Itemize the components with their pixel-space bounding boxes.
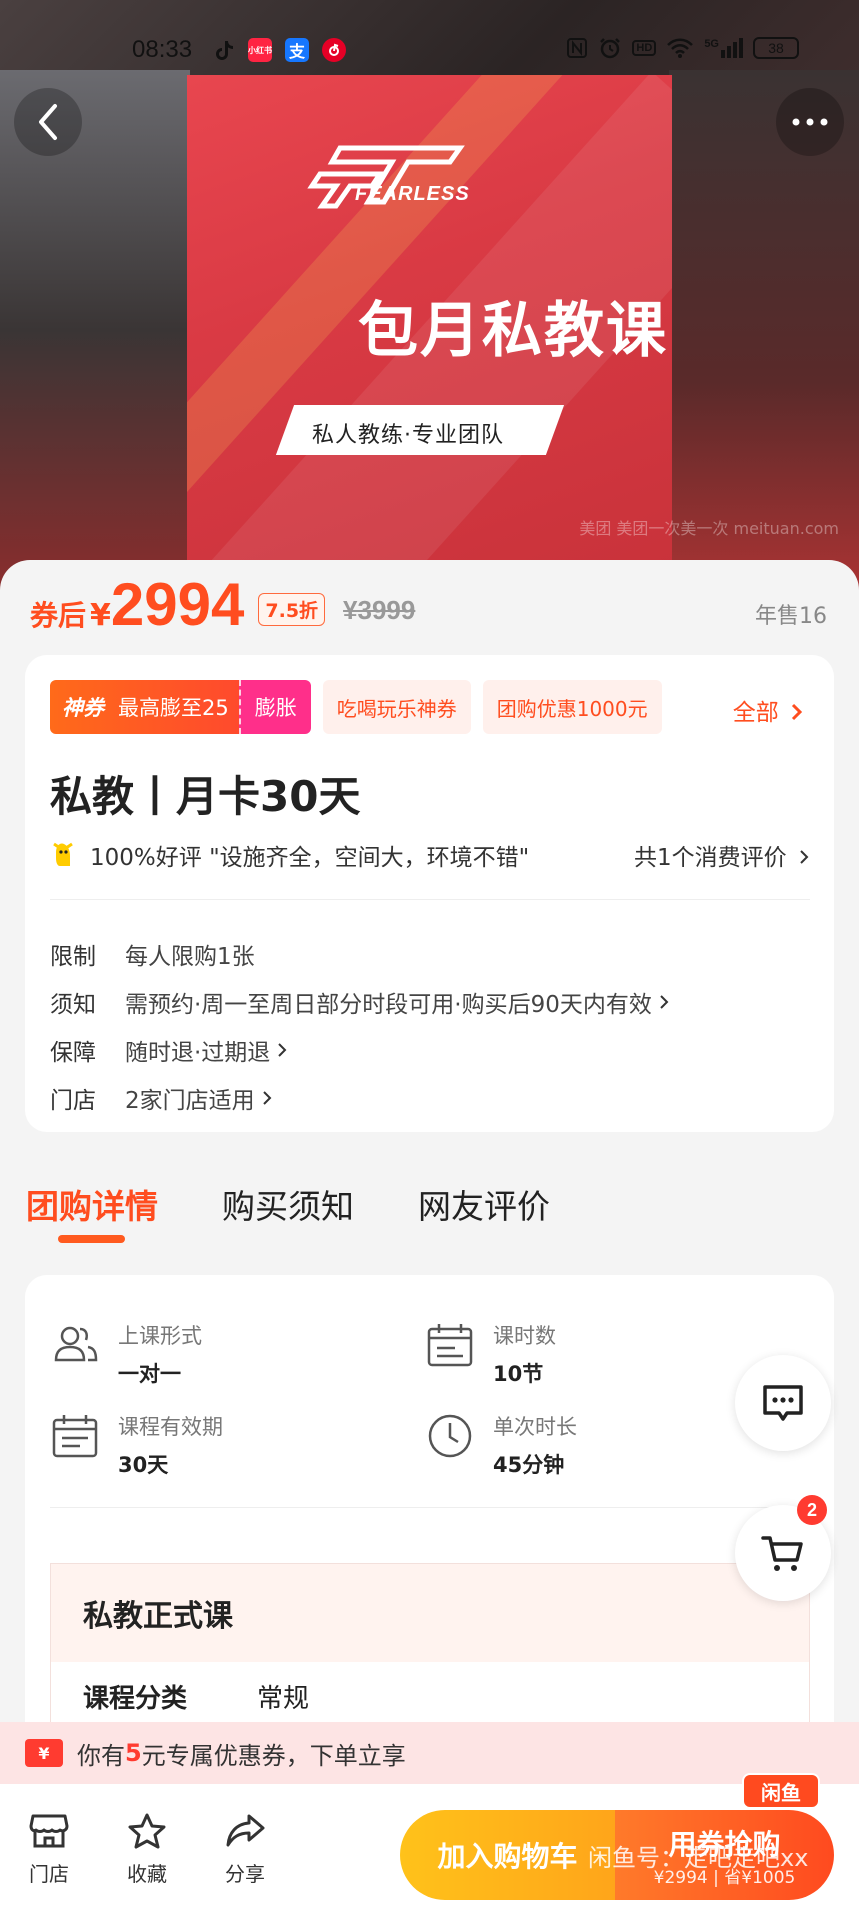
review-count-link[interactable]: 共1个消费评价	[634, 838, 810, 872]
more-button[interactable]	[776, 88, 844, 156]
price-currency: ¥	[90, 598, 111, 633]
chevron-right-icon	[800, 850, 809, 864]
divider	[50, 1507, 810, 1508]
sold-count: 年售16	[755, 604, 827, 629]
chevron-right-icon	[278, 1043, 287, 1057]
super-coupon[interactable]: 神券 最高膨至25 膨胀	[50, 680, 311, 734]
5g-signal-icon: 5G	[704, 38, 743, 58]
detail-rows: 限制 每人限购1张 须知 需预约·周一至周日部分时段可用·购买后90天内有效 保…	[50, 930, 670, 1122]
store-button[interactable]: 门店	[14, 1812, 84, 1887]
chevron-right-icon	[791, 703, 803, 721]
tab-purchase-notice[interactable]: 购买须知	[222, 1180, 354, 1228]
schedule-icon	[427, 1324, 473, 1367]
detail-row-guarantee[interactable]: 保障 随时退·过期退	[50, 1026, 670, 1074]
original-price: ¥3999	[343, 595, 416, 625]
cart-count-badge: 2	[797, 1495, 827, 1525]
battery-indicator: 38	[753, 37, 799, 59]
coupon-row: 神券 最高膨至25 膨胀 吃喝玩乐神券 团购优惠1000元	[50, 680, 662, 734]
store-icon	[29, 1814, 69, 1848]
wifi-icon	[667, 38, 694, 58]
coupon-text: 最高膨至25	[118, 696, 229, 720]
status-time: 08:33	[132, 36, 193, 63]
star-icon	[128, 1813, 166, 1849]
price-value: 2994	[110, 571, 245, 638]
review-text: 100%好评 "设施齐全，空间大，环境不错"	[90, 845, 530, 871]
chevron-left-icon	[39, 104, 57, 140]
customer-service-button[interactable]	[735, 1355, 831, 1451]
poster-title: 包月私教课	[358, 296, 668, 366]
xianyu-watermark: 闲鱼号：走吧走吧xx	[588, 1844, 809, 1872]
expand-coupon-button[interactable]: 膨胀	[238, 680, 311, 734]
hd-icon: HD	[632, 40, 657, 56]
coupon-tag: 神券	[62, 696, 104, 720]
detail-row-notice[interactable]: 须知 需预约·周一至周日部分时段可用·购买后90天内有效	[50, 978, 670, 1026]
info-card: 神券 最高膨至25 膨胀 吃喝玩乐神券 团购优惠1000元 全部 私教丨月卡30…	[25, 655, 834, 1132]
review-summary[interactable]: 100%好评 "设施齐全，空间大，环境不错" 共1个消费评价	[50, 837, 810, 873]
cart-icon	[761, 1536, 803, 1571]
detail-row-stores[interactable]: 门店 2家门店适用	[50, 1074, 670, 1122]
netease-music-icon	[322, 38, 346, 62]
divider	[50, 899, 810, 900]
coupon-ticket-icon: ¥	[25, 1739, 63, 1767]
calendar-list-icon	[52, 1415, 98, 1458]
xiaohongshu-icon: 小红书	[248, 38, 272, 62]
all-coupons-link[interactable]: 全部	[733, 693, 804, 727]
price-prefix: 券后	[30, 599, 87, 632]
back-button[interactable]	[14, 88, 82, 156]
coupon-amount: 5	[125, 1739, 142, 1767]
status-bar: 08:33 小红书 支 HD 5G 38	[0, 0, 859, 100]
clock-icon	[428, 1414, 472, 1458]
attr-validity: 课程有效期 30天	[50, 1411, 223, 1479]
discount-badge: 7.5折	[258, 593, 326, 626]
attr-class-count: 课时数 10节	[425, 1320, 556, 1388]
share-button[interactable]: 分享	[210, 1812, 280, 1887]
attr-class-format: 上课形式 一对一	[50, 1320, 202, 1388]
course-category-row: 课程分类 常规	[83, 1684, 310, 1714]
people-icon	[54, 1326, 98, 1362]
tab-reviews[interactable]: 网友评价	[418, 1180, 550, 1228]
price-row: 券后 ¥ 2994 7.5折 ¥3999	[30, 570, 415, 640]
tiktok-icon	[216, 41, 233, 60]
status-right-icons: HD 5G 38	[566, 36, 799, 60]
logo-text: FEARLESS	[355, 183, 470, 205]
favorite-button[interactable]: 收藏	[112, 1812, 182, 1887]
product-title: 私教丨月卡30天	[50, 772, 361, 821]
alipay-icon: 支	[285, 38, 309, 62]
tab-group-details[interactable]: 团购详情	[26, 1180, 158, 1228]
shopping-cart-button[interactable]: 2	[735, 1495, 831, 1601]
share-arrow-icon	[226, 1814, 265, 1847]
coupon-chip-entertainment[interactable]: 吃喝玩乐神券	[322, 680, 471, 734]
more-dots-icon	[792, 118, 828, 126]
active-tab-indicator	[58, 1235, 125, 1243]
chevron-right-icon	[660, 995, 669, 1009]
coupon-chip-group-discount[interactable]: 团购优惠1000元	[482, 680, 662, 734]
coupon-tip-bar[interactable]: ¥ 你有 5 元专属优惠券，下单立享	[0, 1722, 859, 1784]
poster-subtitle: 私人教练·专业团队	[312, 423, 504, 448]
alarm-icon	[600, 38, 621, 59]
attr-duration: 单次时长 45分钟	[425, 1411, 577, 1479]
add-to-cart-button[interactable]: 加入购物车	[400, 1810, 615, 1900]
chevron-right-icon	[262, 1091, 272, 1105]
detail-row-limit: 限制 每人限购1张	[50, 944, 255, 970]
detail-tabs: 团购详情 购买须知 网友评价	[26, 1180, 550, 1228]
nfc-icon	[567, 38, 588, 58]
course-title: 私教正式课	[51, 1564, 809, 1662]
thumbs-up-mascot-icon	[53, 842, 73, 866]
chat-bubble-icon	[763, 1385, 803, 1421]
xianyu-badge: 闲鱼	[742, 1773, 820, 1809]
meituan-watermark: 美团 美团一次美一次 meituan.com	[579, 519, 839, 538]
deal-details-card: 上课形式 一对一 课时数 10节 课程有效期 30天 单次时长 45分钟 私教正…	[25, 1275, 834, 1763]
